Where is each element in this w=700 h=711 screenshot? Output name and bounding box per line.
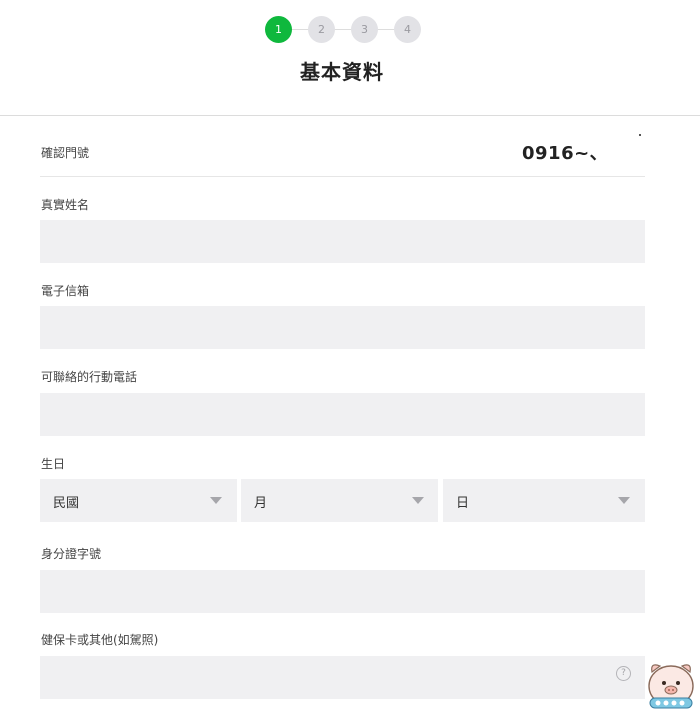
health-card-input[interactable]: [40, 656, 645, 699]
step-2: 2: [308, 16, 335, 43]
birthday-month-select[interactable]: 月: [241, 479, 438, 522]
health-card-label: 健保卡或其他(如駕照): [41, 633, 159, 647]
real-name-input[interactable]: [40, 220, 645, 263]
phone-verify-label: 確認門號: [41, 146, 90, 160]
step-1: 1: [265, 16, 292, 43]
birthday-year-select[interactable]: 民國: [40, 479, 237, 522]
mobile-input[interactable]: [40, 393, 645, 436]
chevron-down-icon: [412, 497, 424, 504]
id-number-label: 身分證字號: [41, 547, 102, 561]
birthday-day-value: 日: [456, 496, 470, 511]
mobile-label: 可聯絡的行動電話: [41, 370, 138, 384]
birthday-label: 生日: [41, 457, 66, 471]
email-label: 電子信箱: [41, 284, 90, 298]
chevron-down-icon: [618, 497, 630, 504]
stepper: 1 2 3 4: [0, 16, 700, 44]
phone-verify-row: 確認門號 0916~、: [40, 126, 645, 177]
step-3: 3: [351, 16, 378, 43]
email-input[interactable]: [40, 306, 645, 349]
registration-page: 1 2 3 4 基本資料 確認門號 0916~、 真實姓名 電子信箱 可聯絡的行…: [0, 0, 700, 711]
phone-mask-dot: [639, 134, 641, 136]
real-name-label: 真實姓名: [41, 198, 90, 212]
page-header: 1 2 3 4 基本資料: [0, 0, 700, 116]
step-4: 4: [394, 16, 421, 43]
chevron-down-icon: [210, 497, 222, 504]
id-number-input[interactable]: [40, 570, 645, 613]
birthday-year-value: 民國: [53, 496, 80, 511]
mascot-watermark-icon: [648, 664, 694, 709]
page-title: 基本資料: [300, 60, 384, 84]
birthday-month-value: 月: [254, 496, 268, 511]
question-circle-icon[interactable]: ?: [616, 666, 631, 681]
phone-verify-value: 0916~、: [522, 143, 609, 164]
birthday-day-select[interactable]: 日: [443, 479, 645, 522]
